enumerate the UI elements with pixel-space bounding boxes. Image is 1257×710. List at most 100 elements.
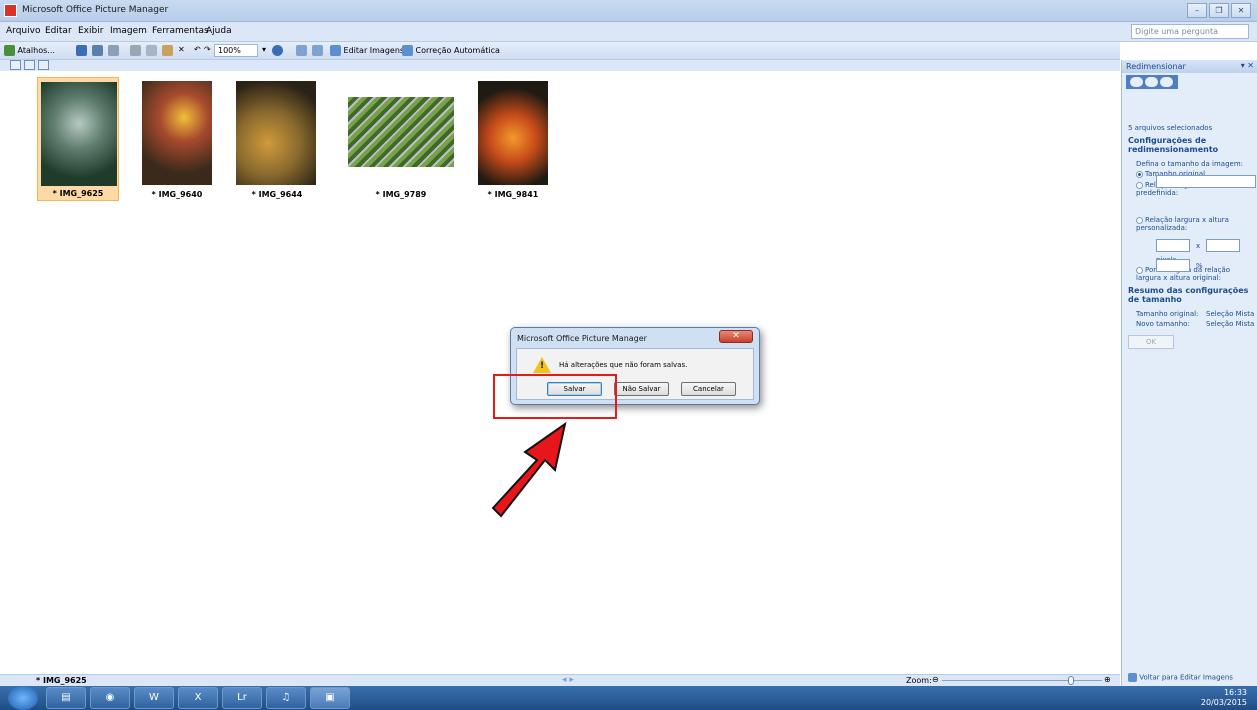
thumbnail-caption: * IMG_9640 — [151, 190, 203, 199]
restore-button[interactable]: ❐ — [1209, 3, 1229, 18]
menu-editar[interactable]: Editar — [45, 26, 72, 36]
thumbnail-item[interactable]: * IMG_9841 — [472, 77, 554, 201]
redo-icon[interactable]: ↷ — [204, 45, 211, 54]
radio-custom[interactable] — [1136, 216, 1143, 224]
back-link-label: Voltar para Editar Imagens — [1139, 673, 1233, 682]
option-custom[interactable]: Relação largura x altura personalizada: — [1136, 216, 1252, 232]
picture-manager-icon[interactable]: ▣ — [310, 687, 350, 709]
menu-imagem[interactable]: Imagem — [110, 26, 147, 36]
chrome-icon[interactable]: ◉ — [90, 687, 130, 709]
edit-images-button[interactable]: Editar Imagens... — [330, 45, 412, 56]
thumbnail-caption: * IMG_9644 — [251, 190, 303, 199]
zoom-in-icon[interactable]: ⊕ — [1104, 675, 1111, 684]
radio-original[interactable] — [1136, 170, 1143, 178]
back-to-edit-link[interactable]: Voltar para Editar Imagens — [1128, 673, 1233, 682]
window-title: Microsoft Office Picture Manager — [22, 5, 169, 15]
menu-ajuda[interactable]: Ajuda — [206, 26, 232, 36]
zoom-slider-thumb[interactable] — [1068, 676, 1074, 685]
undo-icon[interactable]: ↶ — [194, 45, 201, 54]
clock-date: 20/03/2015 — [1200, 698, 1247, 707]
single-view-icon[interactable] — [38, 60, 49, 70]
radio-predefined[interactable] — [1136, 181, 1143, 189]
config-heading: Configurações de redimensionamento — [1128, 136, 1219, 154]
forward-icon[interactable] — [1145, 77, 1158, 87]
status-bar: * IMG_9625 ◂ ▸ Zoom: ⊖ ⊕ — [0, 674, 1120, 686]
cut-icon[interactable] — [130, 45, 141, 56]
back-icon[interactable] — [1130, 77, 1143, 87]
cancel-button[interactable]: Cancelar — [681, 382, 736, 396]
delete-icon[interactable]: ✕ — [178, 45, 185, 54]
copy-icon[interactable] — [146, 45, 157, 56]
close-button[interactable]: ✕ — [1231, 3, 1251, 18]
summary-heading: Resumo das configurações de tamanho — [1128, 286, 1249, 304]
dialog-title: Microsoft Office Picture Manager — [517, 334, 647, 343]
lightroom-icon[interactable]: Lr — [222, 687, 262, 709]
menu-arquivo[interactable]: Arquivo — [6, 26, 40, 36]
pointer-arrow-icon — [491, 421, 567, 518]
question-input[interactable]: Digite uma pergunta — [1131, 24, 1249, 39]
thumbnail-caption: * IMG_9789 — [375, 190, 427, 199]
view-buttons — [0, 60, 1120, 71]
thumbnail-caption: * IMG_9841 — [487, 190, 539, 199]
thumbnail-item[interactable]: * IMG_9640 — [136, 77, 218, 201]
save-all-icon[interactable] — [92, 45, 103, 56]
define-size-label: Defina o tamanho da imagem: — [1136, 160, 1244, 168]
menu-ferramentas[interactable]: Ferramentas — [152, 26, 209, 36]
auto-correct-button[interactable]: Correção Automática — [402, 45, 500, 56]
pane-close-icon[interactable]: ▾ ✕ — [1241, 61, 1254, 70]
ok-button[interactable]: OK — [1128, 335, 1174, 349]
radio-percentage[interactable] — [1136, 266, 1143, 274]
home-icon[interactable] — [1160, 77, 1173, 87]
save-icon[interactable] — [76, 45, 87, 56]
zoom-slider[interactable] — [942, 680, 1102, 681]
zoom-dropdown-icon[interactable]: ▾ — [262, 45, 266, 54]
thumbnail-item[interactable]: * IMG_9644 — [235, 77, 319, 201]
email-icon[interactable] — [108, 45, 119, 56]
new-size-value: Seleção Mista — [1206, 320, 1255, 328]
option-custom-label: Relação largura x altura personalizada: — [1136, 216, 1229, 232]
excel-icon[interactable]: X — [178, 687, 218, 709]
rotate-left-icon[interactable] — [296, 45, 307, 56]
highlight-box — [493, 374, 617, 419]
shortcuts-label: Atalhos... — [17, 46, 55, 55]
custom-width-input[interactable] — [1156, 239, 1190, 252]
minimize-button[interactable]: – — [1187, 3, 1207, 18]
dialog-close-button[interactable]: ✕ — [719, 330, 753, 343]
system-tray: 16:33 20/03/2015 — [1201, 688, 1247, 708]
thumbnail-image — [478, 81, 548, 185]
predefined-select[interactable] — [1156, 175, 1256, 188]
x-label: x — [1196, 242, 1201, 250]
percent-sign: % — [1196, 262, 1203, 270]
shortcuts-button[interactable]: Atalhos... — [4, 45, 55, 56]
filmstrip-view-icon[interactable] — [24, 60, 35, 70]
thumbnail-caption: * IMG_9625 — [52, 189, 104, 198]
help-icon[interactable] — [272, 45, 283, 56]
spotify-icon[interactable]: ♫ — [266, 687, 306, 709]
thumbnail-view-icon[interactable] — [10, 60, 21, 70]
resize-task-pane: Redimensionar ▾ ✕ 5 arquivos selecionado… — [1121, 60, 1257, 686]
selected-count: 5 arquivos selecionados — [1128, 124, 1213, 132]
start-button[interactable] — [8, 686, 38, 710]
custom-height-input[interactable] — [1206, 239, 1240, 252]
new-size-label: Novo tamanho: — [1136, 320, 1190, 328]
explorer-icon[interactable]: ▤ — [46, 687, 86, 709]
thumbnail-image — [348, 97, 454, 167]
menu-exibir[interactable]: Exibir — [78, 26, 103, 36]
option-percentage[interactable]: Porcentagem da relação largura x altura … — [1136, 266, 1254, 282]
paste-icon[interactable] — [162, 45, 173, 56]
word-icon[interactable]: W — [134, 687, 174, 709]
zoom-select[interactable]: 100% — [214, 44, 258, 57]
dont-save-button[interactable]: Não Salvar — [614, 382, 669, 396]
nav-arrows[interactable]: ◂ ▸ — [562, 675, 574, 685]
thumbnail-item[interactable]: * IMG_9625 — [37, 77, 119, 201]
clock-time: 16:33 — [1223, 688, 1247, 697]
edit-images-icon — [1128, 673, 1137, 682]
rotate-right-icon[interactable] — [312, 45, 323, 56]
percentage-input[interactable] — [1156, 259, 1190, 272]
zoom-out-icon[interactable]: ⊖ — [932, 675, 939, 684]
thumbnail-item[interactable]: * IMG_9789 — [346, 77, 456, 201]
dialog-message: Há alterações que não foram salvas. — [559, 361, 688, 369]
window-controls: – ❐ ✕ — [1187, 3, 1251, 18]
edit-images-icon — [330, 45, 341, 56]
title-bar: Microsoft Office Picture Manager – ❐ ✕ — [0, 0, 1257, 22]
